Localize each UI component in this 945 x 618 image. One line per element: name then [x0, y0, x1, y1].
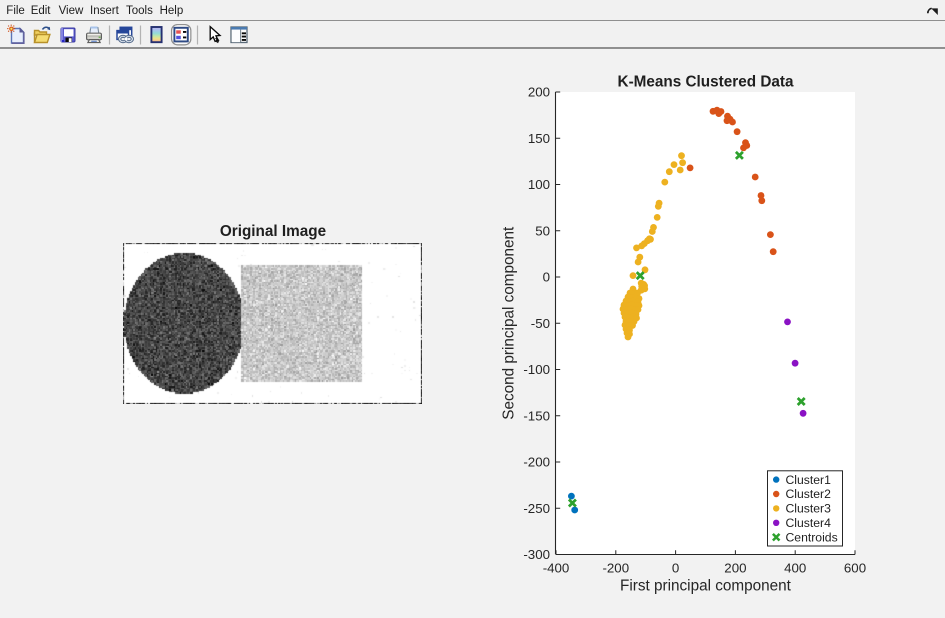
svg-text:-300: -300	[523, 547, 550, 562]
svg-text:0: 0	[543, 270, 550, 285]
svg-text:50: 50	[535, 223, 550, 238]
svg-text:-200: -200	[523, 455, 550, 470]
svg-text:-100: -100	[523, 362, 550, 377]
svg-text:K-Means Clustered Data: K-Means Clustered Data	[618, 74, 794, 91]
svg-text:150: 150	[528, 131, 550, 146]
svg-text:Second principal component: Second principal component	[501, 226, 518, 420]
svg-text:-400: -400	[543, 561, 570, 576]
svg-text:-250: -250	[523, 501, 550, 516]
svg-text:200: 200	[724, 561, 746, 576]
svg-text:100: 100	[528, 177, 550, 192]
svg-text:Edit: Edit	[31, 5, 52, 17]
svg-text:View: View	[59, 5, 84, 17]
svg-text:-200: -200	[602, 561, 629, 576]
svg-text:600: 600	[844, 561, 866, 576]
svg-text:200: 200	[528, 85, 550, 100]
svg-text:Cluster4: Cluster4	[786, 516, 832, 530]
svg-text:Centroids: Centroids	[786, 530, 838, 544]
svg-text:0: 0	[672, 561, 679, 576]
svg-text:Original Image: Original Image	[220, 223, 326, 240]
svg-text:Insert: Insert	[90, 5, 120, 17]
svg-text:Cluster2: Cluster2	[786, 487, 832, 501]
svg-text:-50: -50	[531, 316, 550, 331]
svg-text:-150: -150	[523, 408, 550, 423]
svg-text:First principal component: First principal component	[620, 578, 792, 595]
svg-text:File: File	[6, 5, 25, 17]
svg-text:Cluster1: Cluster1	[786, 473, 832, 487]
svg-text:Help: Help	[160, 5, 184, 17]
svg-text:400: 400	[784, 561, 806, 576]
svg-text:Tools: Tools	[126, 5, 153, 17]
svg-text:Cluster3: Cluster3	[786, 502, 832, 516]
